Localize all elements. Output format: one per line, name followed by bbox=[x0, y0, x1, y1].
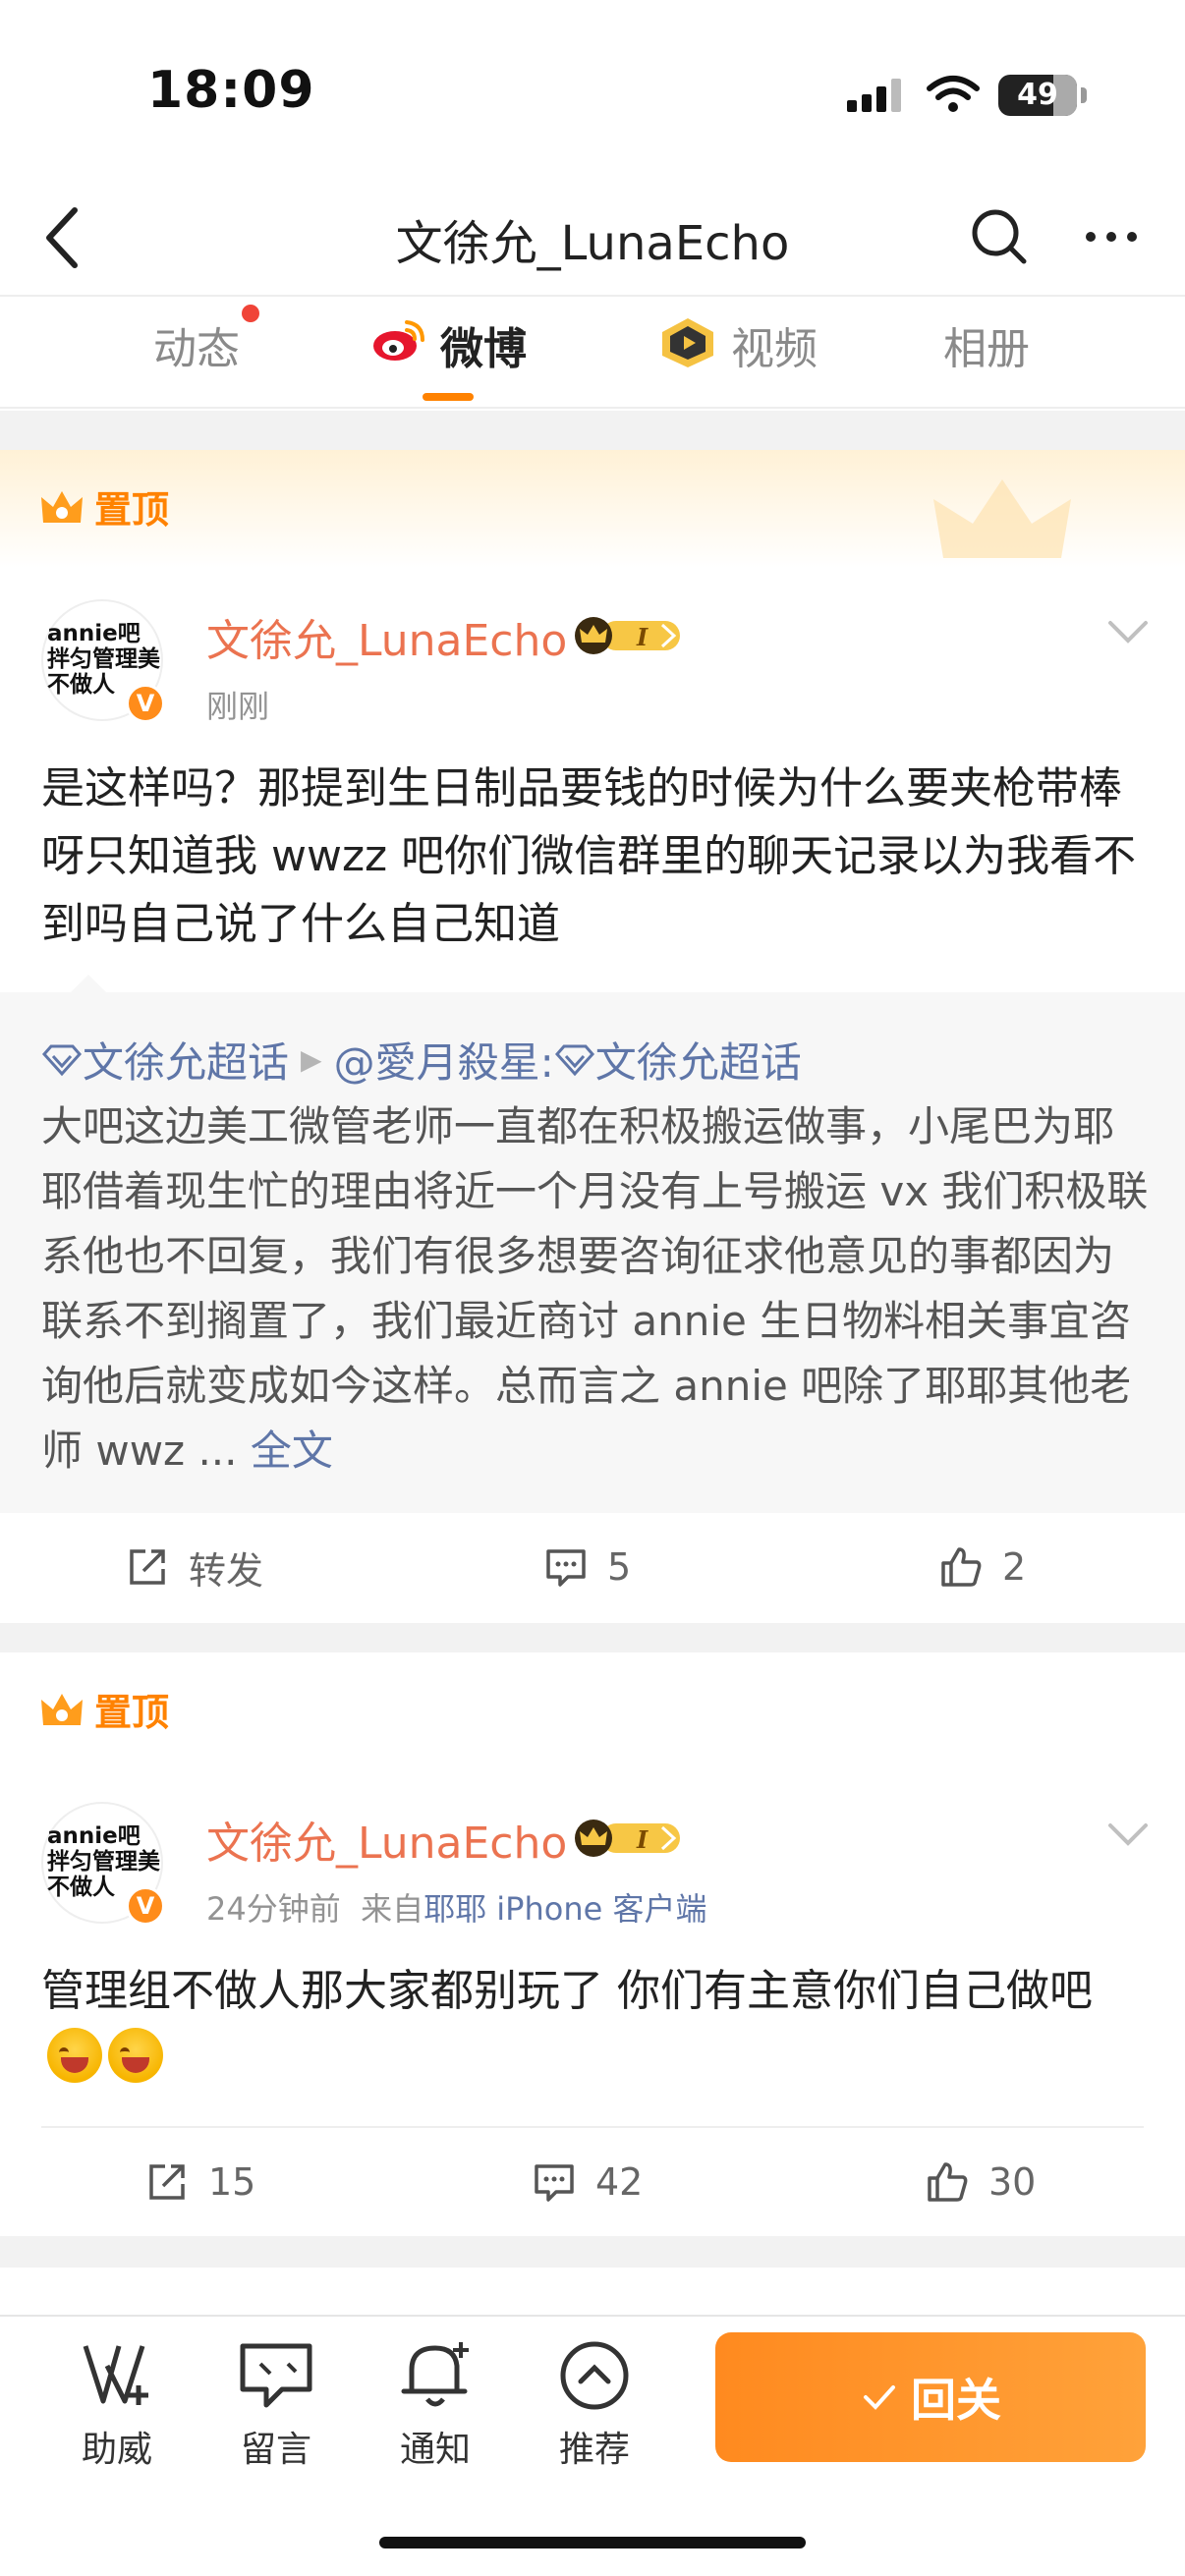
chevron-down-icon[interactable] bbox=[1106, 1820, 1150, 1849]
post-body: 管理组不做人那大家都别玩了 你们有主意你们自己做吧 bbox=[41, 1966, 1093, 2016]
message-icon bbox=[240, 2343, 312, 2408]
read-more-link[interactable]: 全文 bbox=[251, 1427, 333, 1475]
comment-button[interactable]: 5 bbox=[544, 1513, 631, 1621]
pinned-tag: 置顶 bbox=[39, 1682, 169, 1736]
battery-icon: 49 bbox=[998, 75, 1077, 116]
tab-dynamics[interactable]: 动态 bbox=[153, 320, 240, 379]
more-options-icon[interactable] bbox=[1077, 202, 1146, 271]
super-topic-link[interactable]: 文徐允超话 bbox=[83, 1030, 289, 1090]
super-topic-icon bbox=[41, 1044, 83, 1076]
video-channel-icon bbox=[662, 318, 713, 367]
pinned-label: 置顶 bbox=[94, 1691, 170, 1734]
post-text: 是这样吗？那提到生日制品要钱的时候为什么要夹枪带棒呀只知道我 wwzz 吧你们微… bbox=[41, 763, 1137, 949]
repost-notch bbox=[69, 975, 108, 994]
bell-icon bbox=[401, 2342, 469, 2407]
share-icon bbox=[130, 1549, 165, 1585]
battery-level: 49 bbox=[1017, 78, 1058, 112]
status-bar: 18:09 49 bbox=[0, 0, 1185, 187]
post-text: 管理组不做人那大家都别玩了 你们有主意你们自己做吧 bbox=[41, 1957, 1152, 2093]
crying-laugh-emoji-icon bbox=[108, 2028, 163, 2083]
repost-button[interactable]: 转发 bbox=[126, 1513, 263, 1621]
like-button[interactable]: 2 bbox=[939, 1513, 1026, 1621]
post-time: 刚刚 bbox=[206, 688, 270, 725]
verified-badge-icon: V bbox=[126, 1886, 165, 1926]
notification-dot bbox=[242, 305, 259, 322]
post-author[interactable]: 文徐允_LunaEcho bbox=[206, 1808, 567, 1871]
checkmark-icon bbox=[864, 2385, 895, 2410]
vip-badge-icon: I bbox=[575, 1820, 680, 1857]
status-time: 18:09 bbox=[147, 61, 315, 120]
recommend-label: 推荐 bbox=[558, 2430, 630, 2470]
vip-badge-icon: I bbox=[575, 617, 680, 654]
avatar[interactable]: annie吧 拌匀管理美 不做人 V bbox=[41, 1802, 165, 1926]
post-source-link[interactable]: 耶耶 iPhone 客户端 bbox=[423, 1890, 706, 1928]
pinned-tag: 置顶 bbox=[39, 479, 169, 533]
tab-video[interactable]: 视频 bbox=[731, 320, 818, 379]
follow-back-label: 回关 bbox=[911, 2374, 1001, 2427]
comment-count: 42 bbox=[595, 2160, 644, 2204]
pinned-label: 置顶 bbox=[94, 488, 170, 532]
repost-text: 大吧这边美工微管老师一直都在积极搬运做事，小尾巴为耶耶借着现生忙的理由将近一个月… bbox=[41, 1094, 1152, 1484]
comment-icon bbox=[535, 2164, 574, 2202]
cheer-icon bbox=[83, 2345, 148, 2405]
super-topic-icon bbox=[554, 1044, 594, 1076]
cheer-label: 助威 bbox=[81, 2430, 152, 2470]
notify-button[interactable]: 通知 bbox=[381, 2336, 489, 2472]
pinned-banner bbox=[0, 411, 1185, 568]
repost-count: 15 bbox=[208, 2160, 256, 2204]
post-action-bar: 转发 5 2 bbox=[0, 1513, 1185, 1621]
crown-icon bbox=[41, 1693, 83, 1725]
post-divider bbox=[0, 1623, 1185, 1652]
tab-album[interactable]: 相册 bbox=[943, 320, 1030, 379]
search-icon[interactable] bbox=[965, 202, 1034, 271]
repost-user-link[interactable]: @愛月殺星: bbox=[334, 1030, 554, 1090]
verified-badge-icon: V bbox=[126, 684, 165, 723]
comment-icon bbox=[546, 1549, 586, 1587]
comment-count: 5 bbox=[607, 1545, 632, 1589]
repost-button[interactable]: 15 bbox=[145, 2128, 255, 2236]
message-label: 留言 bbox=[240, 2430, 311, 2470]
tab-weibo[interactable]: 微博 bbox=[440, 320, 527, 379]
like-button[interactable]: 30 bbox=[926, 2128, 1036, 2236]
profile-tabs: 动态 微博 视频 相册 bbox=[0, 295, 1185, 409]
post-source-prefix: 来自 bbox=[361, 1890, 424, 1928]
play-arrow-icon: ▶ bbox=[301, 1043, 322, 1076]
thumbs-up-icon bbox=[941, 1547, 982, 1587]
battery-tip bbox=[1081, 87, 1087, 103]
wifi-icon bbox=[927, 76, 980, 112]
recommend-button[interactable]: 推荐 bbox=[540, 2336, 649, 2472]
post-divider bbox=[0, 2236, 1185, 2268]
avatar[interactable]: annie吧 拌匀管理美 不做人 V bbox=[41, 599, 165, 723]
cellular-signal-icon bbox=[847, 79, 901, 112]
crown-icon bbox=[41, 490, 83, 523]
post-meta: 24分钟前 来自耶耶 iPhone 客户端 bbox=[206, 1884, 706, 1930]
repost-header: 文徐允超话 ▶ @愛月殺星: 文徐允超话 bbox=[41, 1030, 802, 1090]
like-count: 2 bbox=[1002, 1545, 1027, 1589]
weibo-logo-icon bbox=[373, 320, 424, 361]
follow-back-button[interactable]: 回关 bbox=[715, 2332, 1146, 2462]
cheer-button[interactable]: 助威 bbox=[63, 2336, 171, 2472]
comment-button[interactable]: 42 bbox=[533, 2128, 643, 2236]
nav-bar: 文徐允_LunaEcho bbox=[0, 187, 1185, 295]
home-indicator[interactable] bbox=[379, 2537, 806, 2548]
like-count: 30 bbox=[988, 2160, 1037, 2204]
svg-text:I: I bbox=[636, 623, 649, 651]
recommend-icon bbox=[560, 2341, 629, 2410]
super-topic-link-2[interactable]: 文徐允超话 bbox=[595, 1030, 802, 1090]
svg-text:I: I bbox=[636, 1825, 649, 1854]
crying-laugh-emoji-icon bbox=[47, 2028, 102, 2083]
thumbs-up-icon bbox=[928, 2162, 968, 2202]
repost-body: 大吧这边美工微管老师一直都在积极搬运做事，小尾巴为耶耶借着现生忙的理由将近一个月… bbox=[41, 1102, 1149, 1475]
notify-label: 通知 bbox=[399, 2430, 471, 2470]
share-icon bbox=[149, 2164, 185, 2200]
message-button[interactable]: 留言 bbox=[222, 2336, 330, 2472]
crown-watermark-icon bbox=[933, 479, 1071, 558]
post-action-bar: 15 42 30 bbox=[0, 2128, 1185, 2236]
chevron-down-icon[interactable] bbox=[1106, 617, 1150, 646]
post-author[interactable]: 文徐允_LunaEcho bbox=[206, 605, 567, 668]
active-tab-indicator bbox=[423, 393, 474, 401]
post-time: 24分钟前 bbox=[206, 1890, 341, 1928]
repost-label: 转发 bbox=[189, 1548, 264, 1593]
